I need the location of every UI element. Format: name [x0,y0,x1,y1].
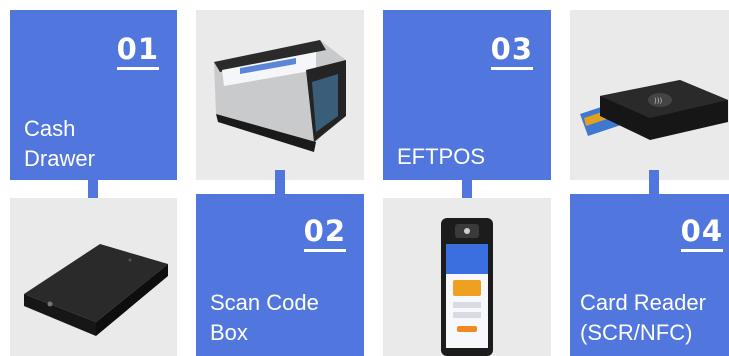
card-eftpos-label: 03 EFTPOS [383,10,551,180]
item-number: 03 [490,32,534,70]
card-scan-code-box-label: 02 Scan Code Box [196,194,364,356]
card-scan-code-box-image [196,10,364,180]
card-cash-drawer-image [10,198,177,356]
item-title: Card Reader (SCR/NFC) [580,290,706,345]
item-number: 01 [116,32,160,70]
item-number: 04 [680,214,724,252]
scan-code-box-image [214,40,346,152]
svg-text:))): ))) [654,97,662,105]
card-card-reader-label: 04 Card Reader (SCR/NFC) [570,194,729,356]
item-title: EFTPOS [397,144,486,169]
card-cash-drawer-label: 01 Cash Drawer [10,10,177,180]
card-eftpos-image [383,198,551,356]
card-card-reader-image: ))) [570,10,729,180]
cash-drawer-image [24,244,168,336]
eftpos-terminal-image [441,218,493,356]
item-number: 02 [303,214,347,252]
item-title: Cash Drawer [24,116,95,171]
item-title: Scan Code Box [210,290,319,345]
card-reader-image: ))) [580,80,728,140]
